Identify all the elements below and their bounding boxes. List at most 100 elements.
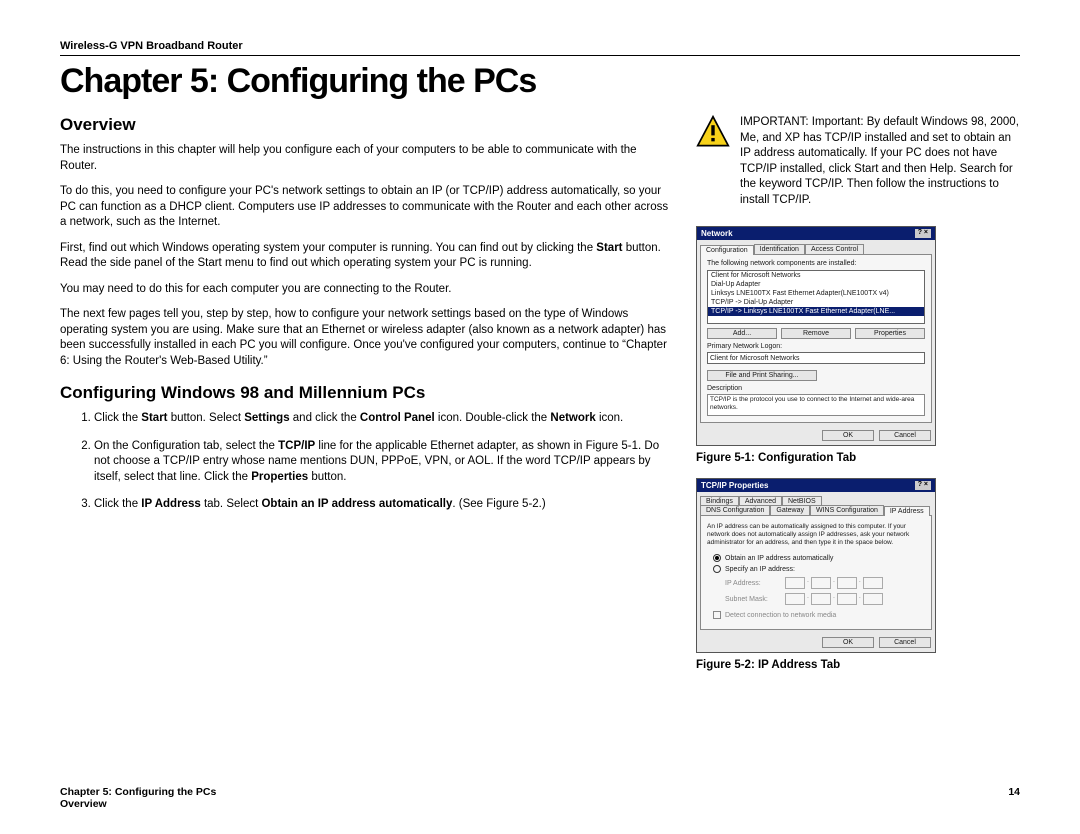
page-footer: Chapter 5: Configuring the PCs Overview … [60,786,1020,810]
s1e: icon. Double-click the [435,412,551,424]
fig1-caption: Figure 5-1: Configuration Tab [696,452,1020,464]
overview-heading: Overview [60,115,670,135]
close-icon: ? × [915,481,931,490]
footer-line2: Overview [60,798,216,810]
step-3: Click the IP Address tab. Select Obtain … [94,497,670,513]
fig1-logon-label: Primary Network Logon: [707,343,925,350]
fig1-tab-access: Access Control [805,244,864,254]
s1a: Click the [94,412,141,424]
ip-label: IP Address: [725,580,777,587]
list-item-selected: TCP/IP -> Linksys LNE100TX Fast Ethernet… [708,307,924,316]
important-callout: IMPORTANT: Important: By default Windows… [696,115,1020,208]
fig2-tab-gateway: Gateway [770,505,810,515]
fig2-title: TCP/IP Properties [701,481,768,490]
fig2-tab-wins: WINS Configuration [810,505,884,515]
fig2-tab-dns: DNS Configuration [700,505,770,515]
fig1-tab-ident: Identification [754,244,805,254]
file-print-sharing-button: File and Print Sharing... [707,370,817,381]
s1f: icon. [596,412,624,424]
fig1-desc-text: TCP/IP is the protocol you use to connec… [707,394,925,416]
s3a: Click the [94,498,141,510]
fig2-tabs-bot: DNS Configuration Gateway WINS Configura… [697,505,935,515]
side-column: IMPORTANT: Important: By default Windows… [696,115,1020,685]
fig1-title: Network [701,229,733,238]
step-2: On the Configuration tab, select the TCP… [94,439,670,486]
figure-5-2: TCP/IP Properties ? × Bindings Advanced … [696,478,936,653]
s3d: . (See Figure 5-2.) [452,498,545,510]
s3b1: IP Address [141,498,200,510]
fig2-footer: OK Cancel [697,633,935,652]
fig2-tabs-top: Bindings Advanced NetBIOS [697,492,935,506]
steps-list: Click the Start button. Select Settings … [60,411,670,513]
document-header: Wireless-G VPN Broadband Router [60,40,1020,56]
list-item: TCP/IP -> Dial-Up Adapter [708,298,924,307]
overview-p3: First, find out which Windows operating … [60,241,670,272]
chapter-title: Chapter 5: Configuring the PCs [60,62,1020,101]
close-icon: ? × [915,229,931,238]
fig2-panel: An IP address can be automatically assig… [700,515,932,630]
subnet-mask-row: Subnet Mask: ... [725,593,925,605]
fig2-advisory: An IP address can be automatically assig… [707,521,925,551]
step-1: Click the Start button. Select Settings … [94,411,670,427]
properties-button: Properties [855,328,925,339]
overview-p4: You may need to do this for each compute… [60,282,670,298]
s1b3: Control Panel [360,412,435,424]
radio-auto-label: Obtain an IP address automatically [725,555,833,562]
overview-p1: The instructions in this chapter will he… [60,143,670,174]
s2d: button. [308,471,346,483]
page-number: 14 [1008,786,1020,810]
ok-button: OK [822,430,874,441]
checkbox-icon [713,611,721,619]
important-text: IMPORTANT: Important: By default Windows… [740,115,1020,208]
mask-input: ... [785,593,883,605]
warning-icon [696,115,730,149]
fig1-btn-row: Add... Remove Properties [707,328,925,339]
fig1-tabs: Configuration Identification Access Cont… [697,240,935,254]
s2a: On the Configuration tab, select the [94,440,278,452]
s1b4: Network [550,412,595,424]
s1b1: Start [141,412,167,424]
s1c: button. Select [168,412,245,424]
mask-label: Subnet Mask: [725,596,777,603]
fig1-footer: OK Cancel [697,426,935,445]
fig1-network-list: Client for Microsoft Networks Dial-Up Ad… [707,270,925,324]
important-label: IMPORTANT: [740,116,809,128]
overview-p3-bold: Start [596,242,622,254]
fig2-titlebar: TCP/IP Properties ? × [697,479,935,492]
radio-specify: Specify an IP address: [713,565,925,573]
add-button: Add... [707,328,777,339]
radio-dot-selected-icon [713,554,721,562]
ip-input: ... [785,577,883,589]
s1d: and click the [290,412,360,424]
cancel-button: Cancel [879,430,931,441]
fig1-panel: The following network components are ins… [700,254,932,423]
figure-5-1: Network ? × Configuration Identification… [696,226,936,446]
s2b1: TCP/IP [278,440,315,452]
list-item: Dial-Up Adapter [708,280,924,289]
detect-label: Detect connection to network media [725,612,836,619]
fig2-tab-ipaddress: IP Address [884,506,930,516]
important-body: Important: By default Windows 98, 2000, … [740,116,1019,206]
fig1-titlebar: Network ? × [697,227,935,240]
config98-heading: Configuring Windows 98 and Millennium PC… [60,383,670,403]
radio-dot-icon [713,565,721,573]
radio-obtain-auto: Obtain an IP address automatically [713,554,925,562]
fig1-tab-config: Configuration [700,245,754,255]
overview-p3a: First, find out which Windows operating … [60,242,596,254]
ip-address-row: IP Address: ... [725,577,925,589]
main-column: Overview The instructions in this chapte… [60,115,670,685]
s1b2: Settings [244,412,289,424]
fig1-logon-value: Client for Microsoft Networks [707,352,925,364]
remove-button: Remove [781,328,851,339]
ok-button: OK [822,637,874,648]
overview-p2: To do this, you need to configure your P… [60,184,670,231]
s3c: tab. Select [201,498,262,510]
s3b2: Obtain an IP address automatically [261,498,452,510]
cancel-button: Cancel [879,637,931,648]
fig1-desc-label: Description [707,385,925,392]
radio-specify-label: Specify an IP address: [725,566,795,573]
footer-left: Chapter 5: Configuring the PCs Overview [60,786,216,810]
list-item: Linksys LNE100TX Fast Ethernet Adapter(L… [708,289,924,298]
overview-p5: The next few pages tell you, step by ste… [60,307,670,369]
fig1-listlabel: The following network components are ins… [707,260,925,267]
